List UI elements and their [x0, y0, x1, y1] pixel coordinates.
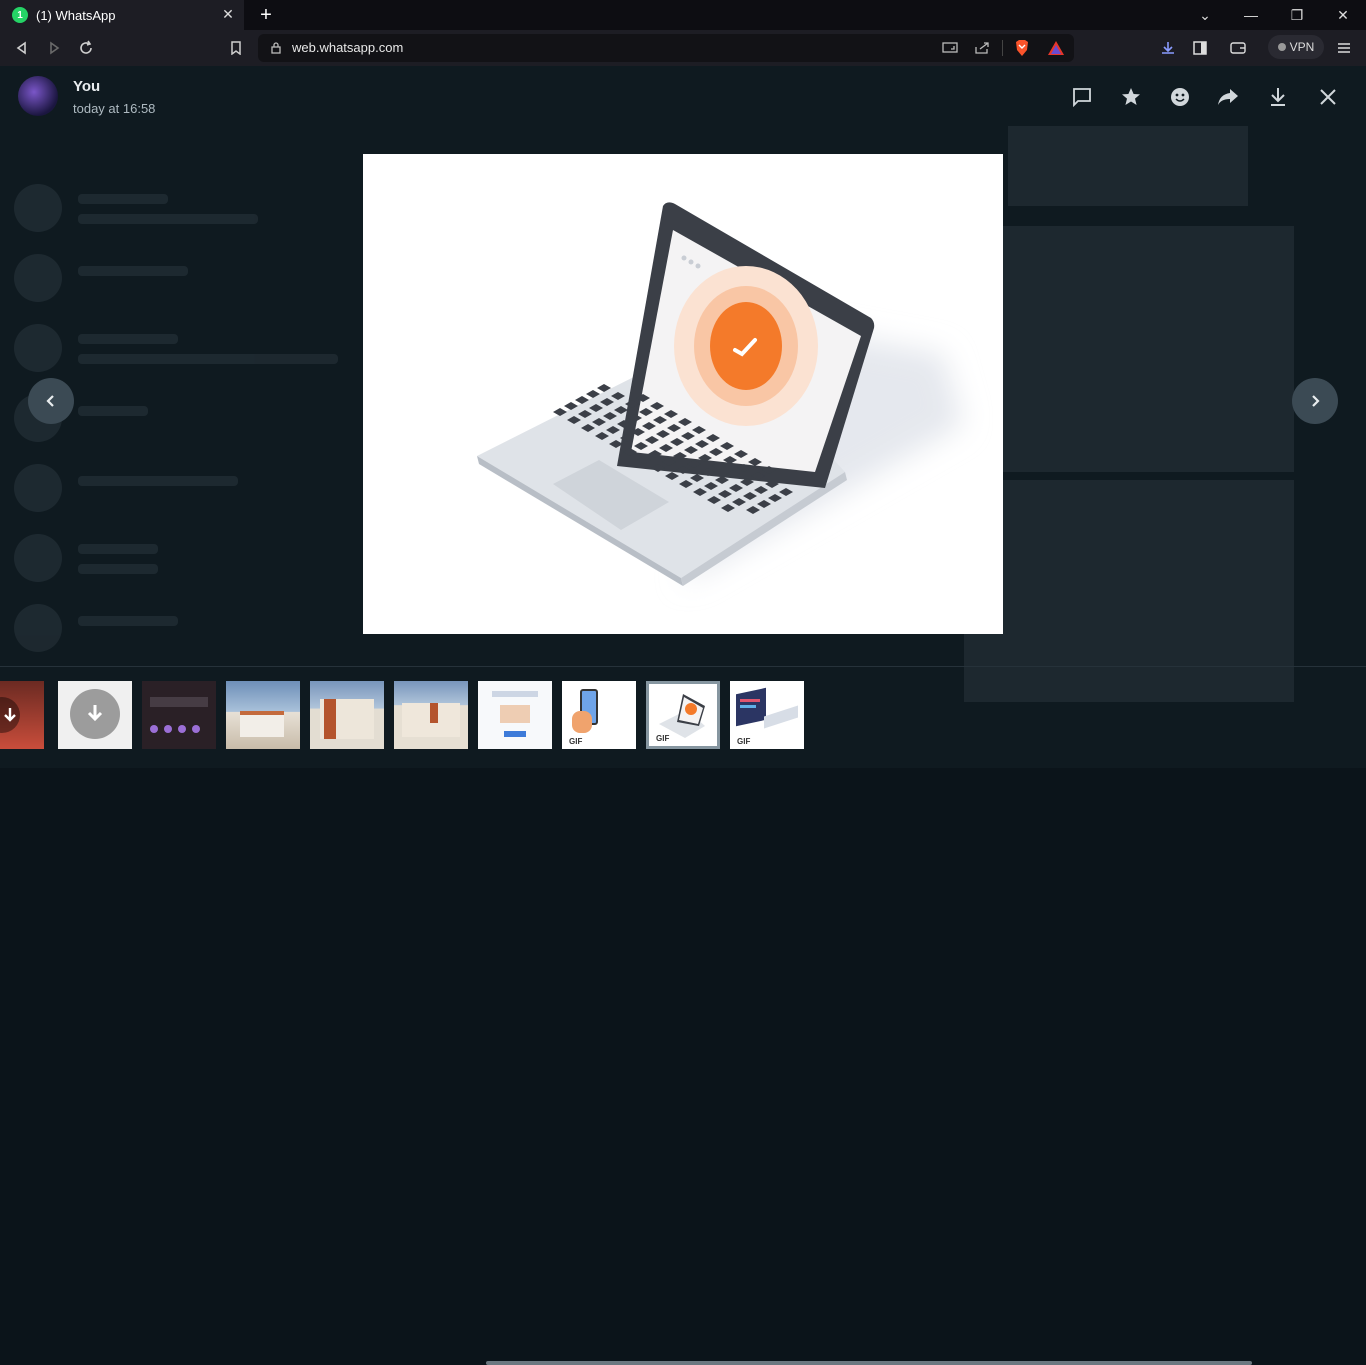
wallet-button[interactable]	[1226, 36, 1250, 60]
main-media-image	[363, 154, 1003, 634]
download-icon	[1271, 88, 1285, 106]
sidebar-icon	[1193, 41, 1207, 55]
gif-badge: GIF	[734, 737, 754, 746]
thumbnail-scrollbar[interactable]	[486, 1361, 1252, 1365]
url-text: web.whatsapp.com	[292, 40, 404, 55]
media-thumbnail-strip: GIF GIF GIF	[0, 666, 1366, 1365]
gif-badge: GIF	[653, 734, 673, 743]
thumbnail-item[interactable]: GIF	[562, 681, 636, 749]
vpn-label: VPN	[1289, 40, 1315, 54]
share-icon[interactable]	[972, 38, 992, 58]
reload-icon	[80, 40, 92, 54]
back-icon	[16, 41, 26, 55]
bookmark-icon	[231, 41, 241, 55]
thumbnail-item[interactable]: GIF	[730, 681, 804, 749]
download-media-button[interactable]	[1266, 85, 1290, 109]
browser-toolbar: web.whatsapp.com VPN	[0, 30, 1366, 66]
vpn-button[interactable]: VPN	[1268, 35, 1324, 59]
bookmark-button[interactable]	[224, 36, 248, 60]
sidebar-toggle-button[interactable]	[1188, 36, 1212, 60]
forward-icon	[50, 41, 60, 55]
tab-close-icon[interactable]: ✕	[220, 6, 236, 22]
sender-avatar[interactable]	[18, 76, 58, 116]
forward-message-button[interactable]	[1216, 85, 1240, 109]
close-window-button[interactable]: ✕	[1320, 0, 1366, 30]
thumbnail-item[interactable]	[310, 681, 384, 749]
browser-tab-whatsapp[interactable]: 1 (1) WhatsApp ✕	[0, 0, 244, 30]
lock-icon[interactable]	[266, 38, 286, 58]
laptop-illustration	[477, 202, 963, 586]
browser-tab-bar: 1 (1) WhatsApp ✕ + ⌄ — ❐ ✕	[0, 0, 1366, 30]
gif-badge: GIF	[566, 737, 586, 746]
brave-rewards-icon[interactable]	[1046, 38, 1066, 58]
ghost-chat-row	[14, 534, 354, 584]
star-button[interactable]	[1119, 85, 1143, 109]
url-divider	[1002, 40, 1003, 56]
wallet-icon	[1230, 42, 1246, 54]
thumbnail-item[interactable]	[0, 681, 44, 749]
ghost-panel	[1008, 126, 1248, 206]
thumbnail-item[interactable]	[394, 681, 468, 749]
cast-icon[interactable]	[940, 38, 960, 58]
ghost-chat-row	[14, 254, 354, 304]
brave-shields-icon[interactable]	[1012, 38, 1032, 58]
chevron-left-icon	[46, 395, 54, 407]
vpn-status-icon	[1277, 43, 1286, 51]
previous-media-button[interactable]	[28, 378, 74, 424]
thumbnail-item[interactable]	[226, 681, 300, 749]
browser-menu-button[interactable]	[1332, 36, 1356, 60]
chevron-right-icon	[1312, 395, 1320, 407]
reload-button[interactable]	[74, 36, 98, 60]
back-button[interactable]	[10, 36, 34, 60]
ghost-chat-row	[14, 604, 354, 654]
tab-title: (1) WhatsApp	[36, 7, 116, 23]
emoji-icon	[1171, 88, 1189, 106]
sender-name: You	[73, 78, 101, 95]
minimize-button[interactable]: —	[1228, 0, 1274, 30]
thumbnail-item[interactable]	[142, 681, 216, 749]
next-media-button[interactable]	[1292, 378, 1338, 424]
new-tab-button[interactable]: +	[256, 4, 276, 26]
message-timestamp: today at 16:58	[73, 101, 156, 116]
forward-arrow-icon	[1218, 89, 1238, 105]
download-icon	[0, 697, 20, 733]
message-icon	[1073, 88, 1091, 107]
close-viewer-button[interactable]	[1316, 85, 1340, 109]
go-to-message-button[interactable]	[1070, 85, 1094, 109]
forward-button[interactable]	[42, 36, 66, 60]
ghost-chat-row	[14, 184, 354, 234]
ghost-chat-row	[14, 464, 354, 514]
downloads-button[interactable]	[1156, 36, 1180, 60]
react-button[interactable]	[1168, 85, 1192, 109]
download-icon	[70, 689, 120, 739]
ghost-chat-row	[14, 324, 354, 374]
download-icon	[1162, 42, 1174, 54]
thumbnail-item[interactable]	[58, 681, 132, 749]
hamburger-menu-icon	[1338, 43, 1350, 53]
thumbnail-item-selected[interactable]: GIF	[646, 681, 720, 749]
close-icon	[1320, 89, 1336, 105]
thumbnail-item[interactable]	[478, 681, 552, 749]
tab-list-chevron-icon[interactable]: ⌄	[1182, 0, 1228, 30]
restore-button[interactable]: ❐	[1274, 0, 1320, 30]
address-bar[interactable]: web.whatsapp.com	[258, 34, 1074, 62]
whatsapp-favicon-icon: 1	[12, 7, 28, 23]
star-icon	[1122, 88, 1140, 105]
media-viewer: You today at 16:58 GIF GIF GIF	[0, 66, 1366, 1365]
ghost-panel	[964, 226, 1294, 472]
